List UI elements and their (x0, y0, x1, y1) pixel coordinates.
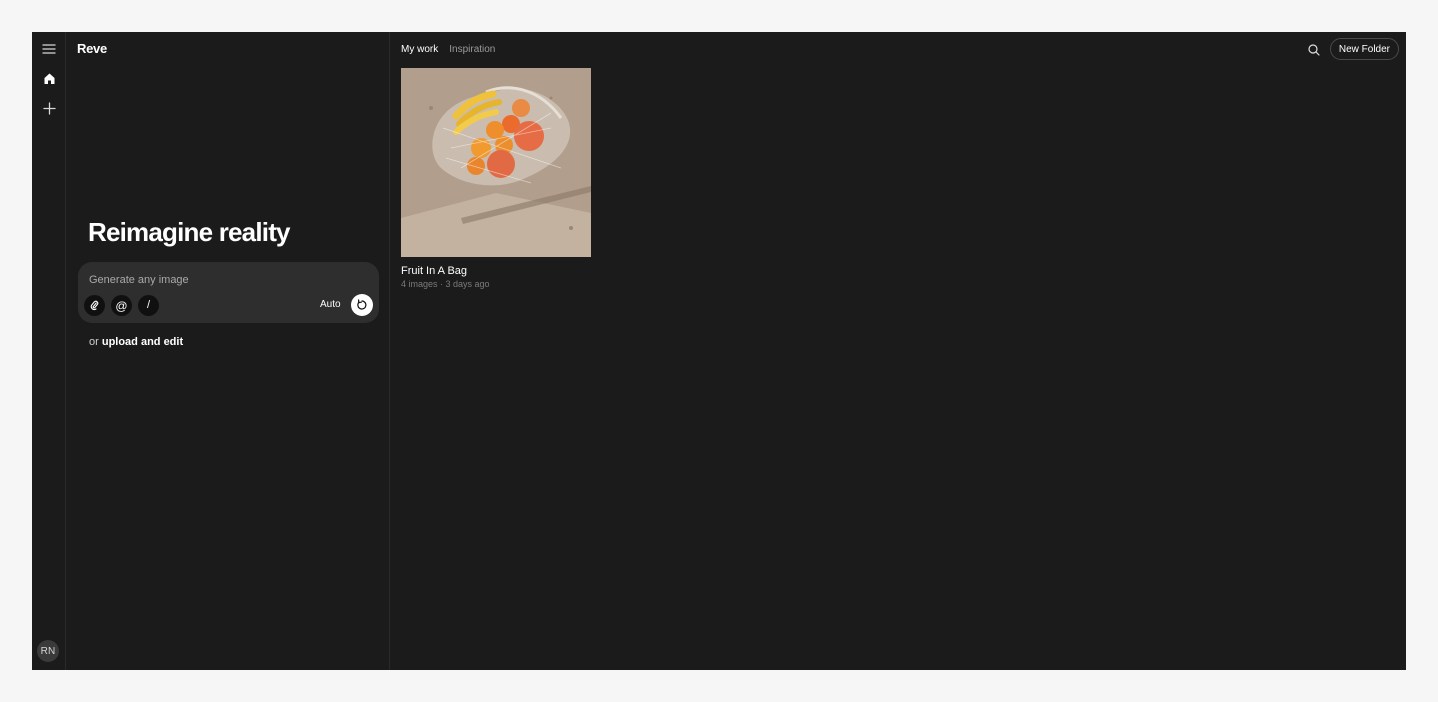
prompt-input[interactable] (89, 272, 359, 288)
search-button[interactable] (1306, 42, 1322, 58)
plus-icon[interactable] (37, 96, 61, 120)
generate-button[interactable] (351, 294, 373, 316)
folder-thumbnail[interactable] (401, 68, 591, 257)
upload-and-edit-link[interactable]: upload and edit (102, 336, 183, 348)
gallery-tabs: My work Inspiration (401, 44, 495, 55)
prompt-box: @ / Auto (78, 262, 379, 323)
folder-meta: 4 images · 3 days ago (401, 279, 490, 289)
icon-rail: RN (32, 32, 66, 670)
folder-card[interactable]: Fruit In A Bag 4 images · 3 days ago (401, 68, 591, 289)
upload-line: or upload and edit (89, 336, 183, 348)
tab-inspiration[interactable]: Inspiration (449, 44, 495, 55)
hero-title: Reimagine reality (88, 217, 291, 247)
create-panel: Reve Reimagine reality @ / Auto or uploa… (66, 32, 390, 670)
refresh-icon (357, 299, 367, 310)
new-folder-button[interactable]: New Folder (1329, 38, 1399, 60)
at-icon: @ (115, 298, 128, 313)
app-window: RN Reve Reimagine reality @ / Auto or up… (32, 32, 1406, 670)
tab-my-work[interactable]: My work (401, 44, 438, 55)
search-icon (1308, 44, 1320, 56)
home-icon[interactable] (37, 66, 61, 90)
gallery-area: My work Inspiration New Folder Fruit In … (390, 32, 1406, 670)
mention-button[interactable]: @ (111, 295, 132, 316)
upload-prefix: or (89, 336, 99, 348)
folder-title[interactable]: Fruit In A Bag (401, 265, 591, 277)
attach-button[interactable] (84, 295, 105, 316)
user-avatar[interactable]: RN (37, 640, 59, 662)
slash-icon: / (146, 299, 151, 311)
attach-icon (90, 300, 99, 311)
app-logo[interactable]: Reve (77, 41, 107, 56)
mode-selector[interactable]: Auto (320, 299, 341, 310)
command-button[interactable]: / (138, 295, 159, 316)
menu-icon[interactable] (37, 37, 61, 61)
